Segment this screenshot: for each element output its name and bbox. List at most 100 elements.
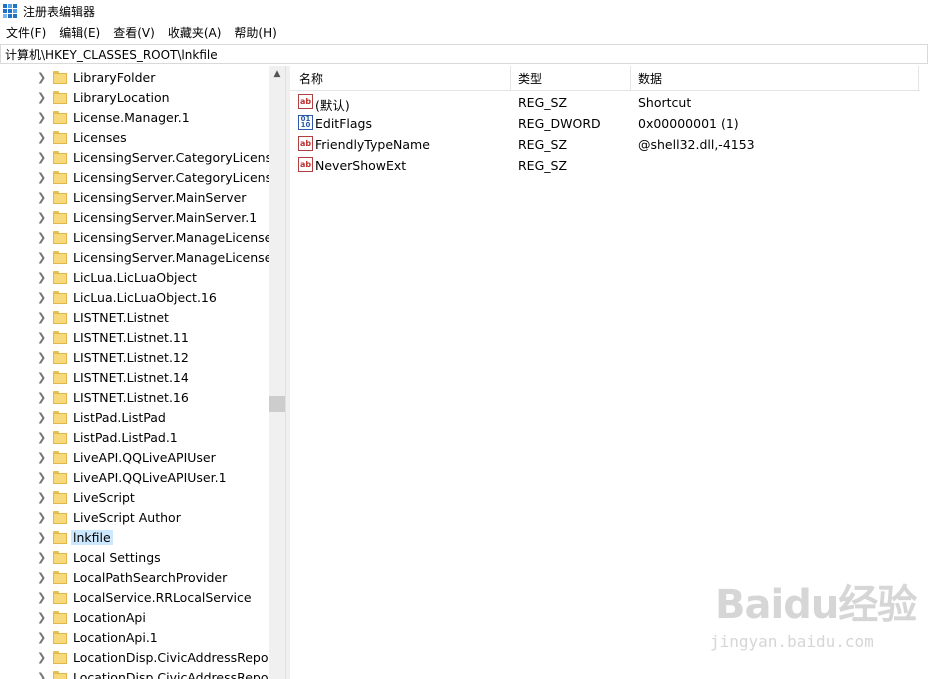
- folder-icon: [53, 571, 67, 584]
- tree-item-label: LicensingServer.CategoryLicense: [73, 150, 280, 165]
- value-name: EditFlags: [315, 116, 372, 131]
- chevron-right-icon[interactable]: ❯: [37, 432, 47, 443]
- value-row[interactable]: 01 10 EditFlags REG_DWORD 0x00000001 (1): [290, 113, 920, 134]
- tree-item[interactable]: ❯ LocationDisp.CivicAddressReportF: [0, 648, 285, 668]
- tree-item[interactable]: ❯ ListPad.ListPad.1: [0, 428, 270, 448]
- column-header-type[interactable]: 类型: [518, 70, 542, 87]
- tree-item[interactable]: ❯ LocalPathSearchProvider: [0, 568, 270, 588]
- chevron-right-icon[interactable]: ❯: [37, 672, 47, 679]
- string-value-icon: ab: [298, 136, 313, 151]
- chevron-right-icon[interactable]: ❯: [37, 212, 47, 223]
- chevron-right-icon[interactable]: ❯: [37, 552, 47, 563]
- tree-item[interactable]: ❯ LibraryLocation: [0, 88, 270, 108]
- tree-item[interactable]: ❯ LISTNET.Listnet.16: [0, 388, 270, 408]
- address-bar[interactable]: 计算机\HKEY_CLASSES_ROOT\lnkfile: [0, 44, 928, 64]
- column-divider[interactable]: [510, 66, 511, 90]
- tree-scrollbar[interactable]: ▲: [269, 66, 285, 679]
- tree-item[interactable]: ❯ LiveAPI.QQLiveAPIUser.1: [0, 468, 270, 488]
- chevron-right-icon[interactable]: ❯: [37, 532, 47, 543]
- chevron-right-icon[interactable]: ❯: [37, 512, 47, 523]
- tree-item[interactable]: ❯ LiveAPI.QQLiveAPIUser: [0, 448, 270, 468]
- menu-view[interactable]: 查看(V): [107, 24, 162, 41]
- tree-item[interactable]: ❯ LocationApi: [0, 608, 270, 628]
- chevron-right-icon[interactable]: ❯: [37, 372, 47, 383]
- tree-item[interactable]: ❯ LibraryFolder: [0, 68, 270, 88]
- chevron-right-icon[interactable]: ❯: [37, 472, 47, 483]
- chevron-right-icon[interactable]: ❯: [37, 452, 47, 463]
- folder-icon: [53, 591, 67, 604]
- tree-item[interactable]: ❯ LicensingServer.MainServer.1: [0, 208, 270, 228]
- chevron-right-icon[interactable]: ❯: [37, 252, 47, 263]
- value-row[interactable]: ab FriendlyTypeName REG_SZ @shell32.dll,-41…: [290, 134, 920, 155]
- chevron-right-icon[interactable]: ❯: [37, 312, 47, 323]
- tree-item[interactable]: ❯ LicensingServer.MainServer: [0, 188, 270, 208]
- tree-item-label: Local Settings: [73, 550, 161, 565]
- chevron-right-icon[interactable]: ❯: [37, 232, 47, 243]
- column-header-data[interactable]: 数据: [638, 70, 662, 87]
- tree-item-label: LocationDisp.CivicAddressReportF: [73, 670, 285, 679]
- tree-item[interactable]: ❯ LISTNET.Listnet.11: [0, 328, 270, 348]
- tree-item[interactable]: ❯ LISTNET.Listnet.12: [0, 348, 270, 368]
- tree-item[interactable]: ❯ Licenses: [0, 128, 270, 148]
- tree-item-label: LicLua.LicLuaObject: [73, 270, 197, 285]
- tree-item[interactable]: ❯ LISTNET.Listnet.14: [0, 368, 270, 388]
- tree-item-label: LicensingServer.CategoryLicense.1: [73, 170, 285, 185]
- chevron-right-icon[interactable]: ❯: [37, 172, 47, 183]
- tree-item[interactable]: ❯ LiveScript: [0, 488, 270, 508]
- chevron-right-icon[interactable]: ❯: [37, 292, 47, 303]
- folder-icon: [53, 191, 67, 204]
- menu-help[interactable]: 帮助(H): [228, 24, 283, 41]
- tree-item[interactable]: ❯ License.Manager.1: [0, 108, 270, 128]
- tree-item[interactable]: ❯ LicensingServer.CategoryLicense: [0, 148, 280, 168]
- value-row[interactable]: ab NeverShowExt REG_SZ: [290, 155, 920, 176]
- tree-item[interactable]: ❯ LicensingServer.ManageLicense: [0, 228, 273, 248]
- scroll-up-arrow-icon[interactable]: ▲: [269, 66, 285, 82]
- chevron-right-icon[interactable]: ❯: [37, 572, 47, 583]
- tree-item-label: LicensingServer.ManageLicense: [73, 230, 273, 245]
- chevron-right-icon[interactable]: ❯: [37, 152, 47, 163]
- tree-item-label: LicensingServer.MainServer: [73, 190, 247, 205]
- menu-edit[interactable]: 编辑(E): [53, 24, 107, 41]
- chevron-right-icon[interactable]: ❯: [37, 592, 47, 603]
- chevron-right-icon[interactable]: ❯: [37, 412, 47, 423]
- tree-item[interactable]: ❯ LocationDisp.CivicAddressReportF: [0, 668, 285, 679]
- menu-file[interactable]: 文件(F): [0, 24, 53, 41]
- column-header-name[interactable]: 名称: [299, 70, 323, 87]
- chevron-right-icon[interactable]: ❯: [37, 72, 47, 83]
- tree-item[interactable]: ❯ LicLua.LicLuaObject: [0, 268, 270, 288]
- chevron-right-icon[interactable]: ❯: [37, 352, 47, 363]
- tree-item[interactable]: ❯ LicensingServer.ManageLicense.1: [0, 248, 284, 268]
- chevron-right-icon[interactable]: ❯: [37, 332, 47, 343]
- tree-item-label: Licenses: [73, 130, 127, 145]
- chevron-right-icon[interactable]: ❯: [37, 112, 47, 123]
- tree-item-label: LISTNET.Listnet.12: [73, 350, 189, 365]
- tree-item[interactable]: ❯ Local Settings: [0, 548, 270, 568]
- value-type: REG_SZ: [518, 137, 568, 152]
- tree-item[interactable]: ❯ LicensingServer.CategoryLicense.1: [0, 168, 285, 188]
- watermark-brand: Baidu经验: [715, 582, 917, 628]
- tree-item[interactable]: ❯ LocationApi.1: [0, 628, 270, 648]
- tree-item[interactable]: ❯ LiveScript Author: [0, 508, 270, 528]
- regedit-app-icon: [3, 4, 17, 18]
- tree-item-label: LiveScript: [73, 490, 135, 505]
- chevron-right-icon[interactable]: ❯: [37, 492, 47, 503]
- value-data: @shell32.dll,-4153: [638, 137, 755, 152]
- tree-item[interactable]: ❯ lnkfile: [0, 528, 270, 548]
- chevron-right-icon[interactable]: ❯: [37, 192, 47, 203]
- chevron-right-icon[interactable]: ❯: [37, 632, 47, 643]
- chevron-right-icon[interactable]: ❯: [37, 132, 47, 143]
- column-divider[interactable]: [630, 66, 631, 90]
- chevron-right-icon[interactable]: ❯: [37, 392, 47, 403]
- column-divider[interactable]: [918, 66, 919, 90]
- menu-favorites[interactable]: 收藏夹(A): [162, 24, 229, 41]
- tree-item[interactable]: ❯ LicLua.LicLuaObject.16: [0, 288, 270, 308]
- chevron-right-icon[interactable]: ❯: [37, 272, 47, 283]
- chevron-right-icon[interactable]: ❯: [37, 92, 47, 103]
- tree-item[interactable]: ❯ ListPad.ListPad: [0, 408, 270, 428]
- chevron-right-icon[interactable]: ❯: [37, 612, 47, 623]
- value-row[interactable]: ab (默认) REG_SZ Shortcut: [290, 92, 920, 113]
- scroll-thumb[interactable]: [269, 396, 285, 412]
- chevron-right-icon[interactable]: ❯: [37, 652, 47, 663]
- tree-item[interactable]: ❯ LISTNET.Listnet: [0, 308, 270, 328]
- tree-item[interactable]: ❯ LocalService.RRLocalService: [0, 588, 270, 608]
